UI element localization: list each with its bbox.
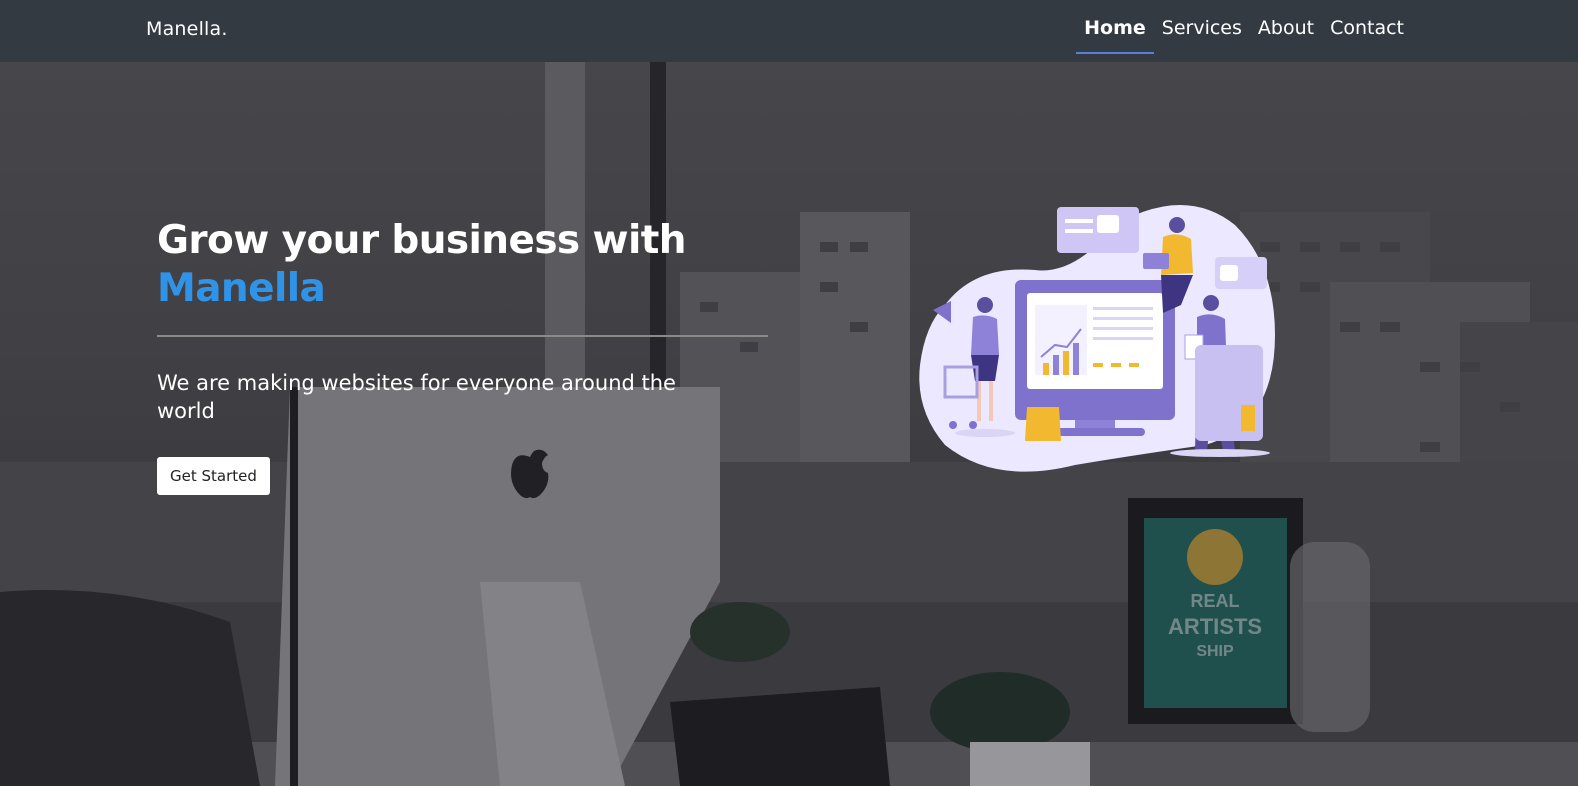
nav-item-contact[interactable]: Contact [1322, 0, 1412, 54]
hero-divider [157, 335, 768, 337]
get-started-button[interactable]: Get Started [157, 457, 270, 495]
nav-item-services[interactable]: Services [1154, 0, 1250, 54]
hero-section: REAL ARTISTS SHIP Grow your business wit… [0, 62, 1578, 786]
hero-title: Grow your business with Manella [157, 217, 777, 313]
hero-content: Grow your business with Manella We are m… [157, 217, 777, 495]
brand-logo[interactable]: Manella. [146, 18, 228, 40]
nav-item-about[interactable]: About [1250, 0, 1322, 54]
hero-title-accent: Manella [157, 266, 326, 311]
business-illustration [919, 205, 1275, 472]
nav-item-home[interactable]: Home [1076, 0, 1154, 54]
navbar: Manella. Home Services About Contact [0, 0, 1578, 62]
hero-subtitle: We are making websites for everyone arou… [157, 371, 676, 423]
hero-title-prefix: Grow your business with [157, 218, 687, 263]
nav-menu: Home Services About Contact [1076, 0, 1412, 62]
